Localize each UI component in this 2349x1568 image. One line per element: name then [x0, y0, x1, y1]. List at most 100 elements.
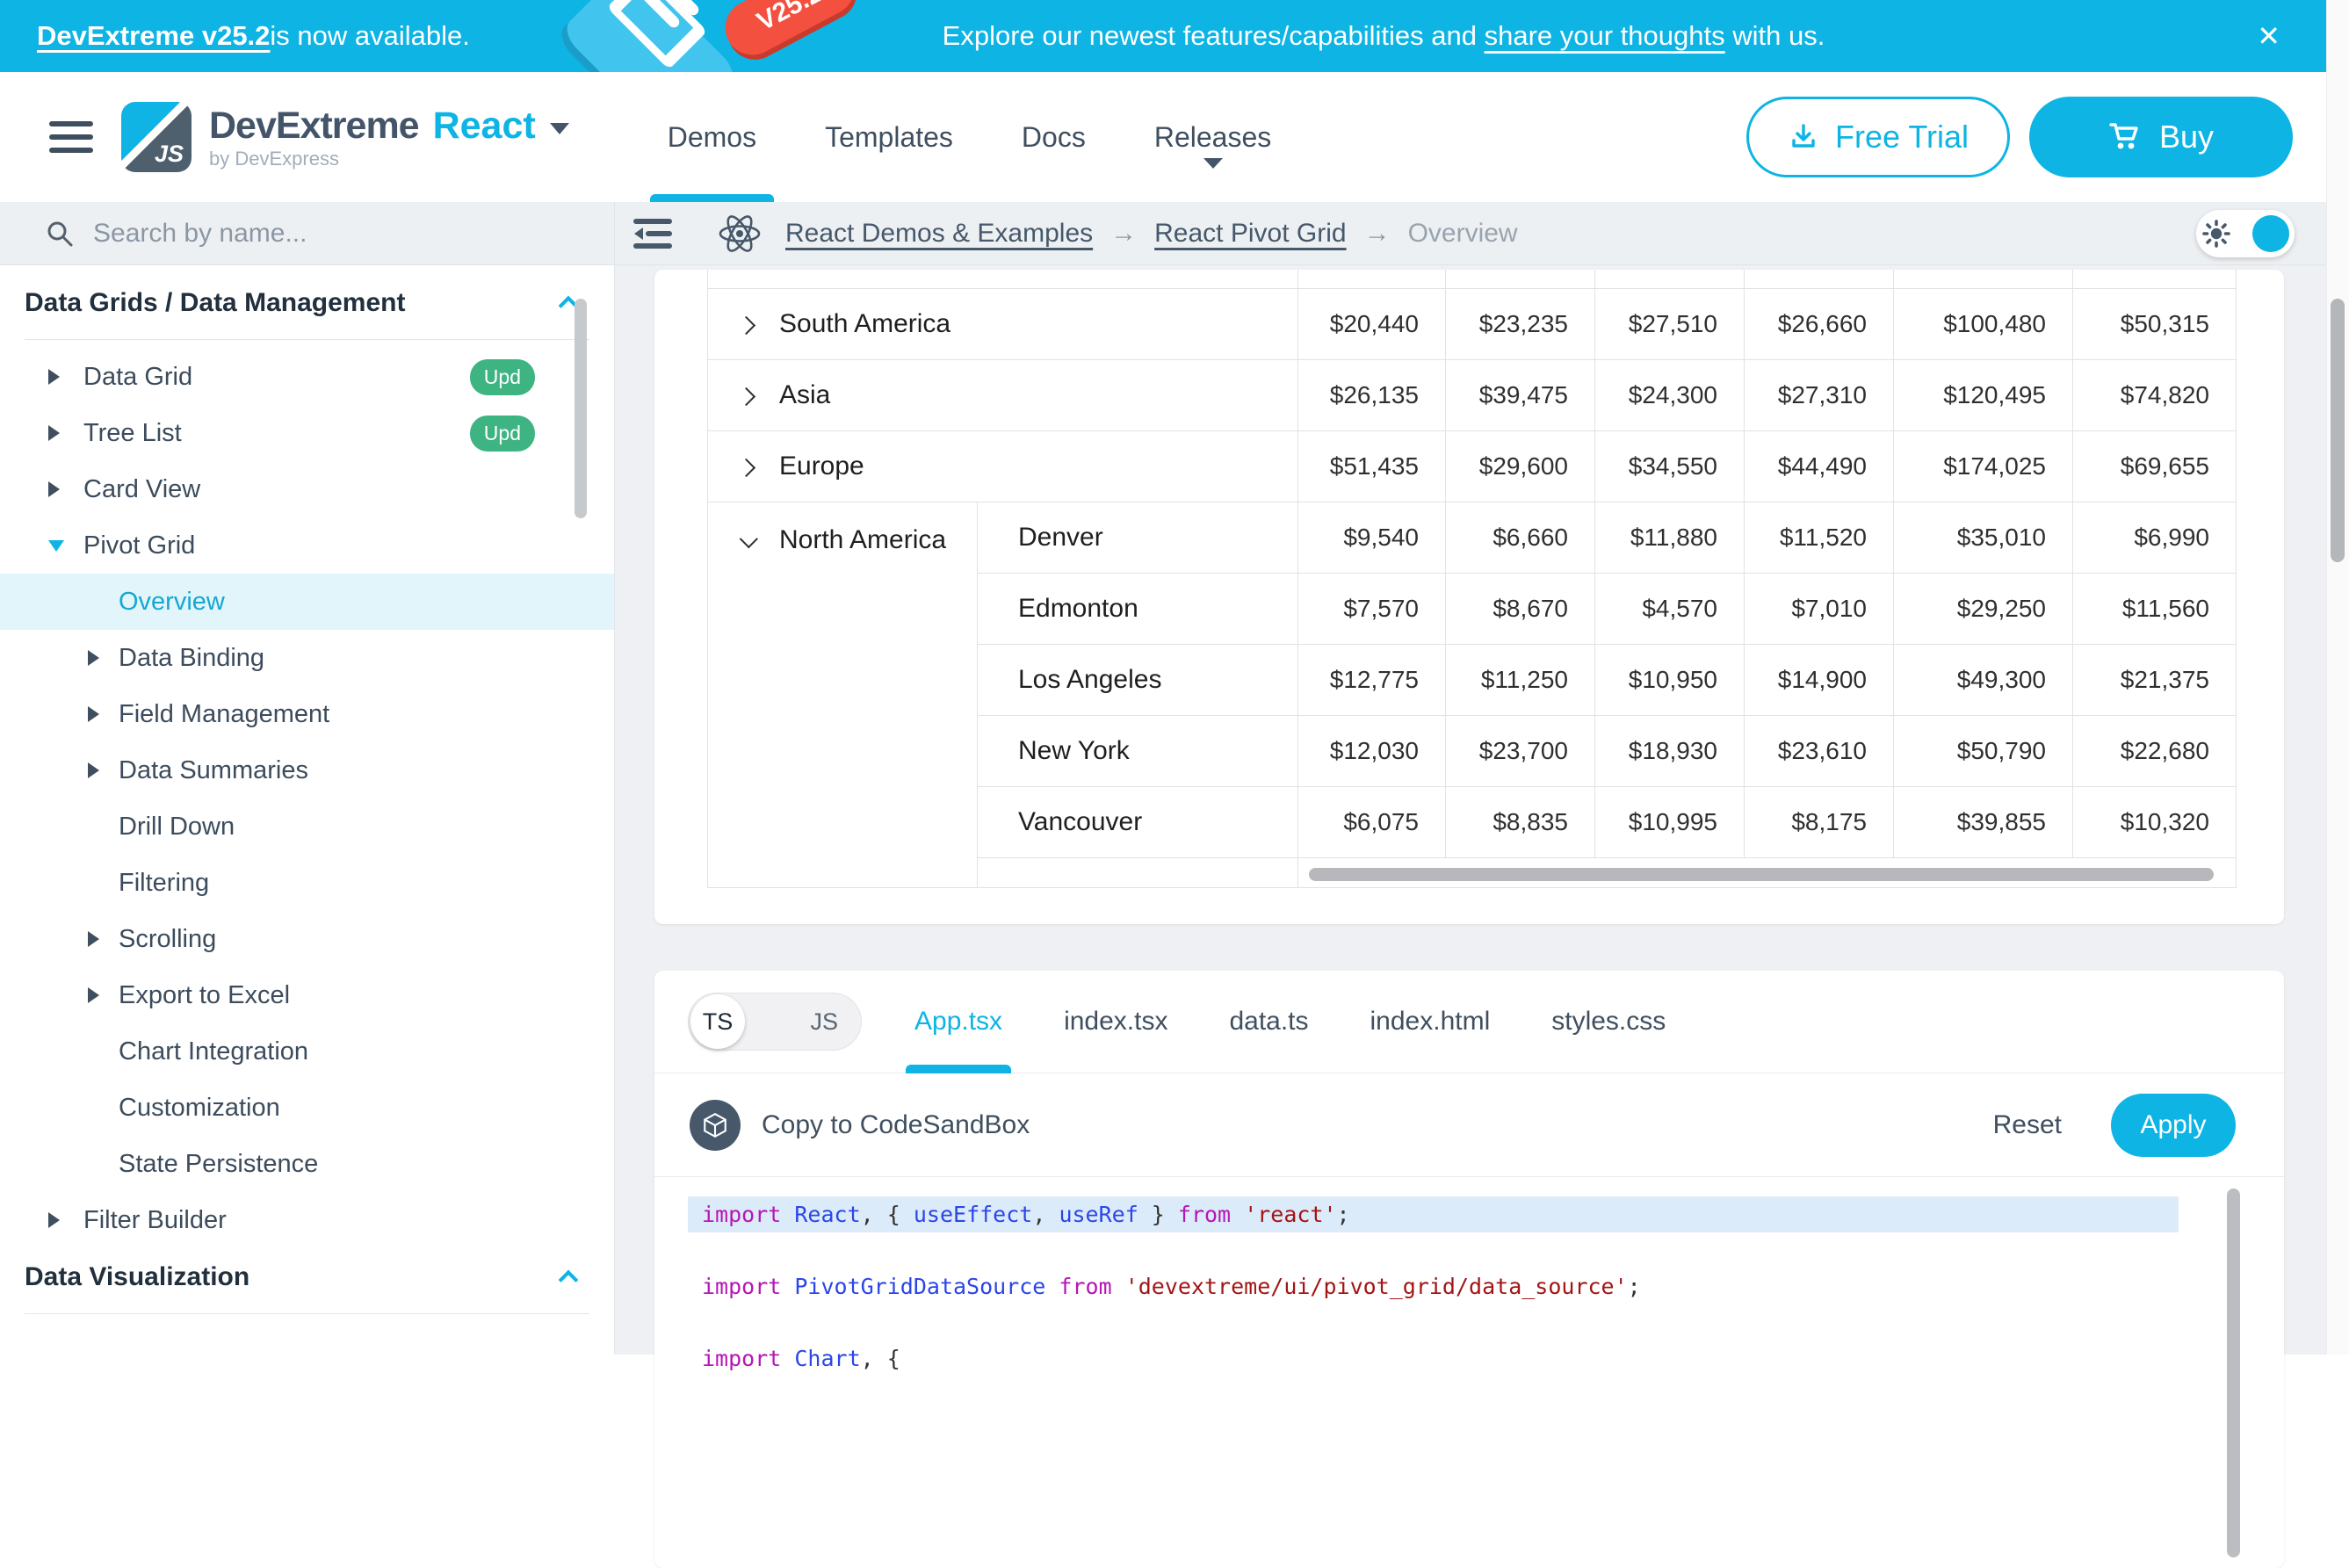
- chevron-up-icon[interactable]: [559, 1270, 579, 1290]
- sidebar-item-filtering[interactable]: Filtering: [0, 855, 614, 911]
- tab-styles-css[interactable]: styles.css: [1551, 971, 1666, 1073]
- sidebar-item-state-persistence[interactable]: State Persistence: [0, 1136, 614, 1192]
- code-line[interactable]: [688, 1232, 2179, 1268]
- pivot-city-cell-denver[interactable]: Denver: [978, 502, 1298, 574]
- sidebar-item-tree-list[interactable]: Tree ListUpd: [0, 405, 614, 461]
- sidebar-item-chart-integration[interactable]: Chart Integration: [0, 1023, 614, 1080]
- collapse-arrow-icon[interactable]: [48, 540, 64, 552]
- pivot-value-cell: $29,250: [1894, 574, 2073, 645]
- pivot-value-cell: $23,235: [1446, 289, 1595, 360]
- code-line[interactable]: import Chart, {: [688, 1340, 2179, 1377]
- expand-arrow-icon[interactable]: [88, 987, 99, 1003]
- language-option-ts[interactable]: TS: [689, 1008, 747, 1036]
- language-toggle[interactable]: TS JS: [688, 993, 862, 1051]
- sidebar-item-scrolling[interactable]: Scrolling: [0, 911, 614, 967]
- pivot-city-cell-edmonton[interactable]: Edmonton: [978, 574, 1298, 645]
- pivot-city-cell-los-angeles[interactable]: Los Angeles: [978, 645, 1298, 716]
- pivot-horizontal-scrollbar[interactable]: [1309, 868, 2214, 881]
- pivot-region-cell-south-america[interactable]: South America: [708, 289, 1298, 360]
- copy-to-codesandbox-label[interactable]: Copy to CodeSandBox: [762, 1110, 1030, 1140]
- sidebar-item-field-management[interactable]: Field Management: [0, 686, 614, 742]
- pivot-value-cell: $18,930: [1595, 716, 1745, 787]
- sidebar-section-data-visualization[interactable]: Data Visualization: [0, 1248, 614, 1306]
- code-line[interactable]: [688, 1304, 2179, 1340]
- code-token: [781, 1274, 794, 1299]
- code-line[interactable]: import React, { useEffect, useRef } from…: [688, 1196, 2179, 1232]
- expand-arrow-icon[interactable]: [88, 762, 99, 778]
- sidebar-item-data-binding[interactable]: Data Binding: [0, 630, 614, 686]
- pivot-region-cell-north-america[interactable]: North America: [708, 502, 978, 888]
- buy-button[interactable]: Buy: [2029, 97, 2293, 177]
- sidebar-item-filter-builder[interactable]: Filter Builder: [0, 1192, 614, 1248]
- expand-arrow-icon[interactable]: [88, 650, 99, 666]
- share-thoughts-link[interactable]: share your thoughts: [1485, 20, 1725, 52]
- pivot-value-cell: $174,025: [1894, 431, 2073, 502]
- expand-arrow-icon[interactable]: [48, 369, 60, 385]
- apply-button[interactable]: Apply: [2111, 1094, 2236, 1157]
- expand-arrow-icon[interactable]: [48, 1212, 60, 1228]
- pivot-region-cell-asia[interactable]: Asia: [708, 360, 1298, 431]
- pivot-city-cell-vancouver[interactable]: Vancouver: [978, 787, 1298, 858]
- code-line[interactable]: import PivotGridDataSource from 'devextr…: [688, 1268, 2179, 1304]
- sidebar-item-data-grid[interactable]: Data GridUpd: [0, 349, 614, 405]
- sidebar-item-overview[interactable]: Overview: [0, 574, 614, 630]
- breadcrumb-react-pivot-grid[interactable]: React Pivot Grid: [1154, 219, 1346, 249]
- expand-arrow-icon[interactable]: [88, 931, 99, 947]
- sidebar-section-data-grids-data-management[interactable]: Data Grids / Data Management: [0, 274, 614, 332]
- theme-toggle[interactable]: [2196, 210, 2295, 257]
- sidebar-divider: [25, 339, 589, 340]
- expand-arrow-icon[interactable]: [48, 481, 60, 497]
- banner-release-rest: is now available.: [270, 20, 469, 52]
- code-editor[interactable]: import React, { useEffect, useRef } from…: [654, 1177, 2284, 1377]
- tab-data-ts[interactable]: data.ts: [1229, 971, 1308, 1073]
- sidebar-item-label: Card View: [83, 475, 200, 504]
- main-content: South America$20,440$23,235$27,510$26,66…: [615, 265, 2326, 1355]
- reset-button[interactable]: Reset: [1993, 1110, 2062, 1140]
- tab-app-tsx[interactable]: App.tsx: [914, 971, 1002, 1073]
- nav-item-demos[interactable]: Demos: [668, 72, 756, 202]
- tab-index-html[interactable]: index.html: [1370, 971, 1491, 1073]
- code-token: from: [1059, 1274, 1111, 1299]
- nav-item-templates[interactable]: Templates: [825, 72, 953, 202]
- banner-message: Explore our newest features/capabilities…: [878, 0, 1889, 72]
- sidebar-item-customization[interactable]: Customization: [0, 1080, 614, 1136]
- pivot-city-cell-new-york[interactable]: New York: [978, 716, 1298, 787]
- expand-arrow-icon[interactable]: [48, 425, 60, 441]
- sidebar-item-label: Scrolling: [119, 925, 216, 954]
- language-option-js[interactable]: JS: [810, 1008, 838, 1036]
- pivot-value-cell: $39,475: [1446, 360, 1595, 431]
- code-scrollbar[interactable]: [2227, 1189, 2240, 1557]
- sidebar-item-label: Filter Builder: [83, 1206, 227, 1235]
- nav-item-docs[interactable]: Docs: [1022, 72, 1086, 202]
- chevron-right-icon[interactable]: [737, 459, 755, 477]
- sidebar-item-drill-down[interactable]: Drill Down: [0, 798, 614, 855]
- banner-version-link[interactable]: DevExtreme v25.2: [37, 20, 270, 52]
- collapse-sidebar-icon[interactable]: [627, 216, 678, 251]
- devextreme-js-logo[interactable]: JS: [121, 102, 192, 172]
- chevron-right-icon[interactable]: [737, 316, 755, 335]
- theme-toggle-knob[interactable]: [2252, 215, 2289, 252]
- breadcrumb-react-demos-examples[interactable]: React Demos & Examples: [785, 219, 1093, 249]
- pivot-value-cell: $4,570: [1595, 574, 1745, 645]
- search-input[interactable]: [93, 219, 532, 249]
- pivot-region-cell-europe[interactable]: Europe: [708, 431, 1298, 502]
- chevron-down-icon[interactable]: [740, 530, 758, 548]
- banner-close-icon[interactable]: ✕: [2257, 0, 2280, 72]
- nav-item-releases[interactable]: Releases: [1154, 72, 1271, 202]
- tab-index-tsx[interactable]: index.tsx: [1064, 971, 1167, 1073]
- page-scrollbar-thumb[interactable]: [2331, 299, 2345, 562]
- chevron-right-icon[interactable]: [737, 387, 755, 406]
- brand-block[interactable]: DevExtreme React by DevExpress: [209, 105, 569, 170]
- sidebar-item-export-to-excel[interactable]: Export to Excel: [0, 967, 614, 1023]
- framework-caret-icon[interactable]: [550, 123, 569, 134]
- hamburger-menu-icon[interactable]: [49, 113, 95, 161]
- sidebar-item-pivot-grid[interactable]: Pivot Grid: [0, 517, 614, 574]
- sidebar-scrollbar[interactable]: [575, 299, 587, 518]
- free-trial-button[interactable]: Free Trial: [1746, 97, 2010, 177]
- pivot-value-cell: $23,700: [1446, 716, 1595, 787]
- code-file-tabs: App.tsx index.tsx data.ts index.html styles.…: [914, 971, 1727, 1073]
- codesandbox-icon[interactable]: [690, 1100, 741, 1151]
- sidebar-item-card-view[interactable]: Card View: [0, 461, 614, 517]
- sidebar-item-data-summaries[interactable]: Data Summaries: [0, 742, 614, 798]
- expand-arrow-icon[interactable]: [88, 706, 99, 722]
